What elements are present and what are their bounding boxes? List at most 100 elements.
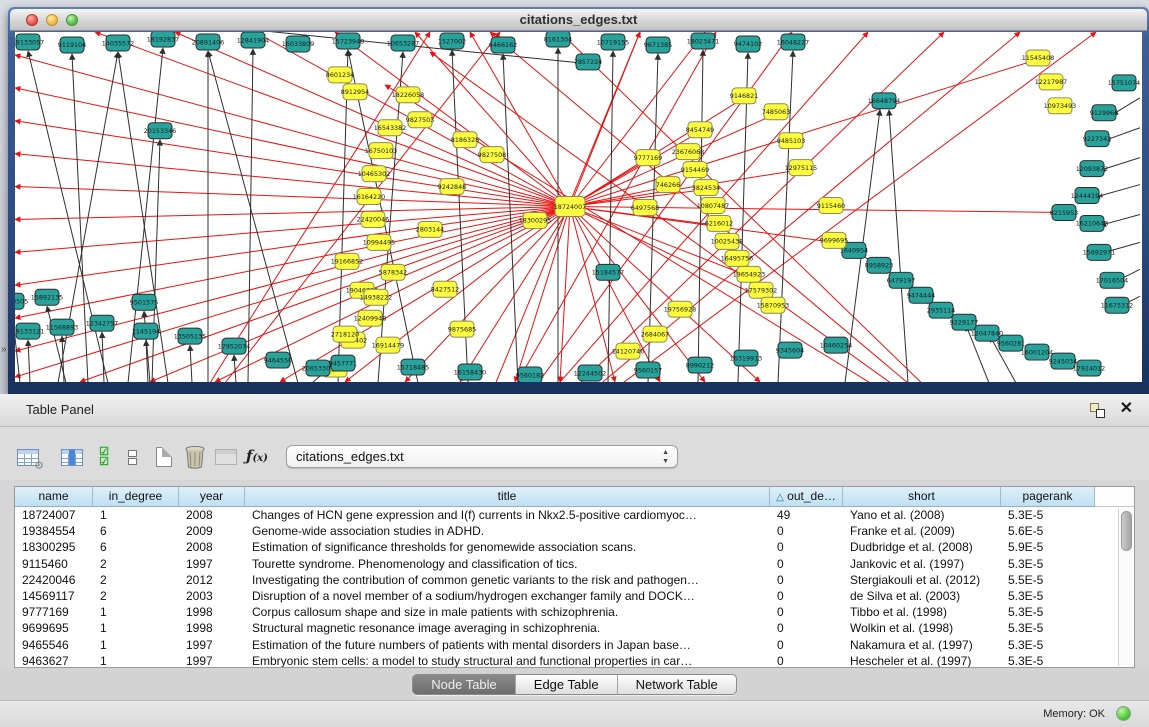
table-cell[interactable]: 5.5E-5: [1001, 572, 1095, 588]
graph-node[interactable]: 6216012: [705, 215, 733, 231]
graph-node[interactable]: 16164220: [353, 189, 385, 205]
graph-node[interactable]: 16648794: [868, 93, 900, 109]
graph-node[interactable]: 9146821: [730, 88, 758, 104]
table-cell[interactable]: 0: [770, 539, 843, 555]
graph-node[interactable]: 18023471: [687, 33, 719, 49]
graph-node[interactable]: 9474444: [907, 287, 935, 303]
graph-node[interactable]: 23676068: [672, 144, 704, 160]
table-cell[interactable]: 1997: [179, 637, 245, 653]
graph-node[interactable]: 10460254: [820, 337, 852, 353]
graph-node[interactable]: 3824534: [692, 180, 720, 196]
table-row[interactable]: 1938455462009Genome-wide association stu…: [15, 523, 1134, 539]
graph-node[interactable]: 9827503: [406, 112, 434, 128]
graph-node[interactable]: 15692971: [1083, 244, 1115, 260]
tab-network-table[interactable]: Network Table: [617, 675, 736, 694]
graph-node[interactable]: 9699695: [820, 232, 848, 248]
graph-node[interactable]: 10973493: [1044, 98, 1076, 114]
graph-node[interactable]: 18724007: [554, 197, 586, 217]
graph-node[interactable]: 13505135: [174, 328, 206, 344]
graph-node[interactable]: 8186328: [451, 132, 479, 148]
graph-node[interactable]: 11675312: [1101, 297, 1133, 313]
graph-node[interactable]: 9560182: [516, 367, 544, 382]
graph-node[interactable]: 16210643: [1076, 215, 1108, 231]
table-cell[interactable]: 1: [93, 507, 179, 523]
graph-node[interactable]: 8912954: [341, 84, 369, 100]
graph-node[interactable]: 16048227: [777, 34, 809, 50]
graph-node[interactable]: 2803144: [416, 221, 444, 237]
table-cell[interactable]: 2003: [179, 588, 245, 604]
delete-table-icon[interactable]: [181, 443, 209, 471]
graph-node[interactable]: 20891406: [192, 34, 224, 50]
graph-node[interactable]: 9501575: [130, 294, 158, 310]
column-header-in_degree[interactable]: in_degree: [93, 487, 179, 507]
graph-node[interactable]: 9115460: [817, 198, 845, 214]
graph-node[interactable]: 17579302: [745, 282, 777, 298]
graph-node[interactable]: 12217987: [1035, 74, 1067, 90]
graph-node[interactable]: 9129966: [1090, 105, 1118, 121]
graph-node[interactable]: 1527002: [438, 33, 466, 49]
table-cell[interactable]: 6: [93, 523, 179, 539]
column-header-name[interactable]: name: [15, 487, 93, 507]
graph-node[interactable]: 8161304: [544, 32, 572, 47]
table-cell[interactable]: 2009: [179, 523, 245, 539]
graph-node[interactable]: 15723948: [332, 33, 364, 49]
table-cell[interactable]: 0: [770, 556, 843, 572]
graph-node[interactable]: 9827508: [478, 147, 506, 163]
table-cell[interactable]: Hescheler et al. (1997): [843, 653, 1001, 668]
table-cell[interactable]: 1: [93, 620, 179, 636]
graph-node[interactable]: 10994495: [363, 234, 395, 250]
graph-node[interactable]: 16914479: [372, 337, 404, 353]
table-cell[interactable]: Investigating the contribution of common…: [245, 572, 770, 588]
table-row[interactable]: 1830029562008Estimation of significance …: [15, 539, 1134, 555]
graph-node[interactable]: 16543382: [374, 120, 406, 136]
graph-node[interactable]: 9242848: [438, 179, 466, 195]
zoom-window-button[interactable]: [66, 14, 78, 26]
graph-node[interactable]: 12841904: [237, 32, 269, 48]
graph-node[interactable]: 746266: [656, 177, 680, 193]
new-table-icon[interactable]: [150, 443, 178, 471]
table-cell[interactable]: 1998: [179, 604, 245, 620]
table-cell[interactable]: 9699695: [15, 620, 93, 636]
graph-node[interactable]: 7857224: [574, 54, 602, 70]
graph-node[interactable]: 1145194: [132, 323, 160, 339]
table-cell[interactable]: 5.3E-5: [1001, 653, 1095, 668]
graph-node[interactable]: 20160505: [15, 293, 28, 309]
table-row[interactable]: 1456911722003Disruption of a novel membe…: [15, 588, 1134, 604]
graph-node[interactable]: 15184577: [592, 264, 624, 280]
table-row[interactable]: 969969511998Structural magnetic resonanc…: [15, 620, 1134, 636]
show-column-icon[interactable]: [58, 443, 86, 471]
graph-node[interactable]: 12342757: [86, 315, 118, 331]
graph-node[interactable]: 19166852: [331, 253, 363, 269]
graph-node[interactable]: 14035572: [102, 35, 134, 51]
graph-node[interactable]: 19133121: [15, 323, 44, 339]
table-cell[interactable]: 22420046: [15, 572, 93, 588]
graph-node[interactable]: 6466162: [489, 37, 517, 53]
table-cell[interactable]: 1: [93, 637, 179, 653]
graph-node[interactable]: 8601234: [326, 67, 354, 83]
graph-node[interactable]: 2684067: [641, 326, 669, 342]
table-row[interactable]: 1872400712008Changes of HCN gene express…: [15, 507, 1134, 523]
memory-ok-indicator[interactable]: [1116, 706, 1131, 721]
table-cell[interactable]: de Silva et al. (2003): [843, 588, 1001, 604]
graph-node[interactable]: 14120746: [612, 343, 644, 359]
table-cell[interactable]: 0: [770, 572, 843, 588]
graph-node[interactable]: 18192837: [147, 32, 179, 47]
graph-node[interactable]: 16319913: [730, 350, 762, 366]
table-row[interactable]: 977716911998Corpus callosum shape and si…: [15, 604, 1134, 620]
graph-node[interactable]: 17016504: [1096, 272, 1128, 288]
table-cell[interactable]: Changes of HCN gene expression and I(f) …: [245, 507, 770, 523]
table-cell[interactable]: 1997: [179, 556, 245, 572]
table-cell[interactable]: 0: [770, 620, 843, 636]
graph-node[interactable]: 18300295: [519, 212, 551, 228]
table-cell[interactable]: Embryonic stem cells: a model to study s…: [245, 653, 770, 668]
table-cell[interactable]: 5.3E-5: [1001, 507, 1095, 523]
graph-node[interactable]: 18226058: [392, 87, 424, 103]
table-cell[interactable]: 18300295: [15, 539, 93, 555]
graph-node[interactable]: 16033809: [282, 36, 314, 52]
window-titlebar[interactable]: citations_edges.txt: [10, 9, 1147, 31]
table-cell[interactable]: 9465546: [15, 637, 93, 653]
table-cell[interactable]: 14569117: [15, 588, 93, 604]
graph-node[interactable]: 19654923: [733, 266, 765, 282]
close-panel-icon[interactable]: ✕: [1120, 399, 1133, 419]
table-cell[interactable]: Structural magnetic resonance image aver…: [245, 620, 770, 636]
